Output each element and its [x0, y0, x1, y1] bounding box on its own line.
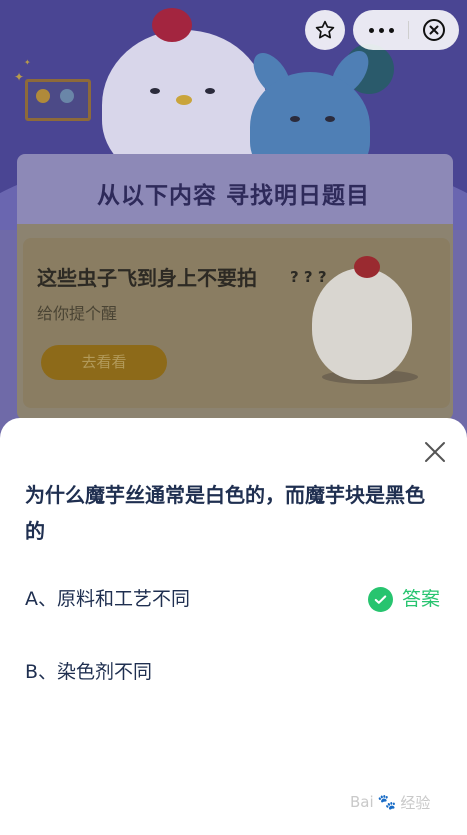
close-icon [425, 442, 445, 462]
article-subtitle: 给你提个醒 [37, 304, 118, 323]
paw-icon: 🐾 [377, 793, 397, 811]
check-circle-icon [368, 586, 393, 612]
answer-label: 答案 [402, 588, 441, 610]
mascot-eye [205, 88, 215, 94]
medal-icon [60, 89, 74, 103]
exit-button[interactable] [409, 10, 459, 50]
question-marks-decoration: ? ? ? [290, 268, 327, 286]
sheet-close-button[interactable] [420, 437, 450, 467]
chick-comb-illustration [354, 256, 380, 278]
chick-illustration [312, 268, 412, 380]
award-frame-illustration [25, 79, 91, 121]
article-title: 这些虫子飞到身上不要拍 [37, 266, 257, 290]
mascot-eye [150, 88, 160, 94]
mascot-eye [325, 116, 335, 122]
banner-title: 从以下内容 寻找明日题目 [96, 183, 370, 209]
close-circle-icon [423, 19, 445, 41]
answer-badge: 答案 [368, 584, 440, 614]
go-see-button[interactable]: 去看看 [41, 345, 167, 380]
medal-icon [36, 89, 50, 103]
watermark-left-text: Bai [350, 793, 374, 811]
quiz-question: 为什么魔芋丝通常是白色的，而魔芋块是黑色的 [25, 483, 425, 543]
favorite-button[interactable] [305, 10, 345, 50]
capsule-menu [353, 10, 459, 50]
mascot-eye [290, 116, 300, 122]
baidu-jingyan-watermark: Bai 🐾 经验 [350, 782, 430, 822]
option-b[interactable]: B、染色剂不同 [25, 657, 445, 687]
more-icon [366, 27, 396, 33]
star-icon [315, 20, 335, 39]
sparkle-icon: ✦ [24, 58, 31, 67]
mascot-beak [176, 95, 192, 105]
watermark-right-text: 经验 [400, 793, 431, 812]
more-button[interactable] [353, 10, 409, 50]
chicken-comb-illustration [152, 8, 192, 42]
sparkle-icon: ✦ [14, 70, 25, 84]
